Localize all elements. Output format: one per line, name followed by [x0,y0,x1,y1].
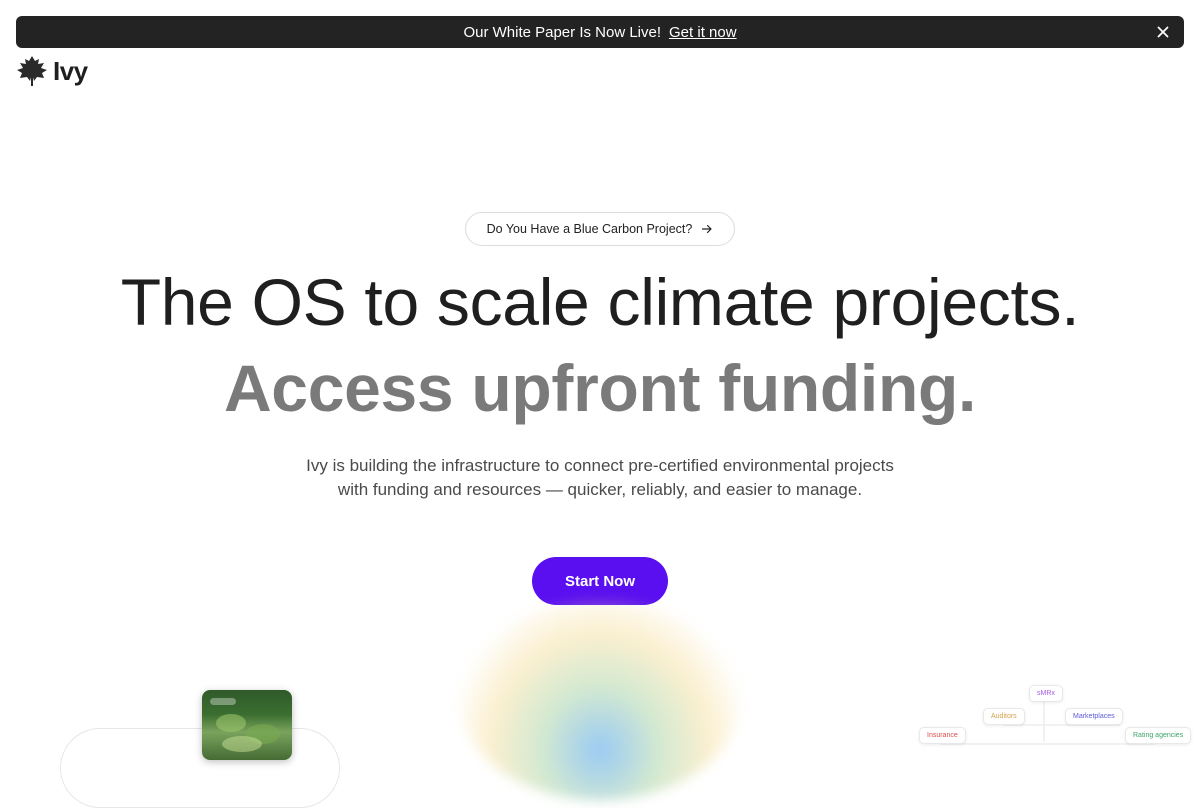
arrow-right-icon [702,224,712,234]
announcement-link[interactable]: Get it now [669,24,737,41]
blue-carbon-pill-link[interactable]: Do You Have a Blue Carbon Project? [465,212,735,246]
gradient-glow [460,600,740,800]
hero-headline: The OS to scale climate projects. [120,265,1080,339]
diagram-node: Marketplaces [1065,708,1123,725]
photo-chip [210,698,236,705]
announcement-bar: Our White Paper Is Now Live! Get it now [16,16,1184,48]
ecosystem-diagram: sMRx Auditors Marketplaces Insurance Rat… [905,680,1200,750]
diagram-node: Auditors [983,708,1025,725]
foliage-shape [216,714,246,732]
pill-label: Do You Have a Blue Carbon Project? [486,222,693,236]
close-icon[interactable] [1154,23,1172,41]
hero-description: Ivy is building the infrastructure to co… [306,456,894,499]
start-now-button[interactable]: Start Now [532,557,668,605]
diagram-node-label: Rating agencies [1133,732,1184,739]
diagram-node-label: Insurance [927,732,958,739]
leaf-logo-icon [17,56,47,86]
diagram-node: Rating agencies [1125,727,1192,744]
brand-name: Ivy [53,55,88,86]
diagram-node-label: Auditors [991,713,1017,720]
announcement-message: Our White Paper Is Now Live! [463,23,662,41]
diagram-node: Insurance [919,727,966,744]
diagram-node-label: sMRx [1037,690,1055,697]
logo[interactable]: Ivy [16,54,88,88]
diagram-node: sMRx [1029,685,1063,702]
diagram-node-label: Marketplaces [1073,713,1115,720]
hero-subheadline: Access upfront funding. [223,351,977,425]
decorative-arc [60,728,340,808]
